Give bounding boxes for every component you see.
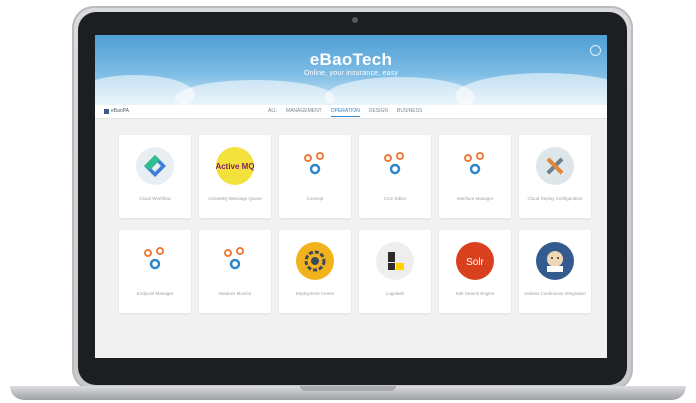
activemq-icon: Active MQ bbox=[215, 147, 255, 185]
home-icon bbox=[104, 108, 109, 114]
tile-cloud-workflow[interactable]: Cloud Workflow bbox=[119, 135, 191, 218]
tile-label: ActiveMQ Message Queue bbox=[208, 196, 262, 201]
tile-label: Cloud Workflow bbox=[139, 196, 171, 201]
svg-text:Active MQ: Active MQ bbox=[216, 162, 254, 171]
tab-all[interactable]: ALL bbox=[268, 108, 277, 114]
gears-icon bbox=[296, 147, 334, 185]
tab-operation[interactable]: OPERATION bbox=[330, 108, 360, 117]
tile-instance-monitor[interactable]: Instance Monitor bbox=[199, 230, 271, 313]
tile-label: Deployment Center bbox=[295, 291, 335, 296]
home-label: eBaoPA bbox=[111, 108, 129, 114]
gears-icon bbox=[376, 147, 414, 185]
home-link[interactable]: eBaoPA bbox=[104, 108, 129, 114]
tile-logstash[interactable]: Logstash bbox=[359, 230, 431, 313]
app-logo: eBaoTech bbox=[309, 50, 393, 69]
solr-icon: Solr bbox=[456, 242, 494, 280]
deployment-icon bbox=[296, 242, 334, 280]
jenkins-icon bbox=[536, 242, 574, 280]
user-icon[interactable] bbox=[590, 45, 601, 56]
tile-label: Logstash bbox=[385, 291, 405, 296]
tile-label: Concept bbox=[306, 196, 324, 201]
nav-bar: eBaoPA ALL MANAGEMENT OPERATION DESIGN B… bbox=[95, 105, 607, 119]
tab-business[interactable]: BUSINESS bbox=[397, 108, 422, 114]
tile-jenkins[interactable]: Jenkins Continuous Integration bbox=[519, 230, 591, 313]
tile-solr[interactable]: Solr Solr Search Engine bbox=[439, 230, 511, 313]
gears-icon bbox=[456, 147, 494, 185]
tile-label: Interface Manager bbox=[456, 196, 494, 201]
laptop-frame: eBaoTech Online, your insurance, easy eB… bbox=[0, 0, 696, 403]
tile-label: Jenkins Continuous Integration bbox=[524, 291, 586, 296]
header-banner: eBaoTech Online, your insurance, easy bbox=[95, 35, 607, 119]
logstash-icon bbox=[376, 242, 414, 280]
tab-design[interactable]: DESIGN bbox=[369, 108, 388, 114]
tile-deployment-center[interactable]: Deployment Center bbox=[279, 230, 351, 313]
tile-cron-editor[interactable]: Cron Editor bbox=[359, 135, 431, 218]
tab-management[interactable]: MANAGEMENT bbox=[286, 108, 322, 114]
category-tabs: ALL MANAGEMENT OPERATION DESIGN BUSINESS bbox=[268, 108, 422, 117]
gears-icon bbox=[136, 242, 174, 280]
cloud-workflow-icon bbox=[136, 147, 174, 185]
app-tagline: Online, your insurance, easy bbox=[303, 70, 399, 77]
camera-icon bbox=[352, 17, 358, 23]
tile-label: Cron Editor bbox=[383, 196, 407, 201]
laptop-notch bbox=[300, 386, 396, 391]
tile-label: Cloud Deploy Configuration bbox=[527, 196, 583, 201]
tile-cloud-deploy[interactable]: Cloud Deploy Configuration bbox=[519, 135, 591, 218]
tile-activemq[interactable]: Active MQ ActiveMQ Message Queue bbox=[199, 135, 271, 218]
tile-label: Endpoint Manager bbox=[136, 291, 174, 296]
tile-concept[interactable]: Concept bbox=[279, 135, 351, 218]
tile-label: Instance Monitor bbox=[218, 291, 252, 296]
tile-endpoint-manager[interactable]: Endpoint Manager bbox=[119, 230, 191, 313]
tile-label: Solr Search Engine bbox=[455, 291, 495, 296]
app-screen: eBaoTech Online, your insurance, easy eB… bbox=[95, 35, 607, 358]
svg-text:Solr: Solr bbox=[466, 257, 484, 268]
gears-icon bbox=[216, 242, 254, 280]
tools-icon bbox=[536, 147, 574, 185]
tile-interface-manager[interactable]: Interface Manager bbox=[439, 135, 511, 218]
